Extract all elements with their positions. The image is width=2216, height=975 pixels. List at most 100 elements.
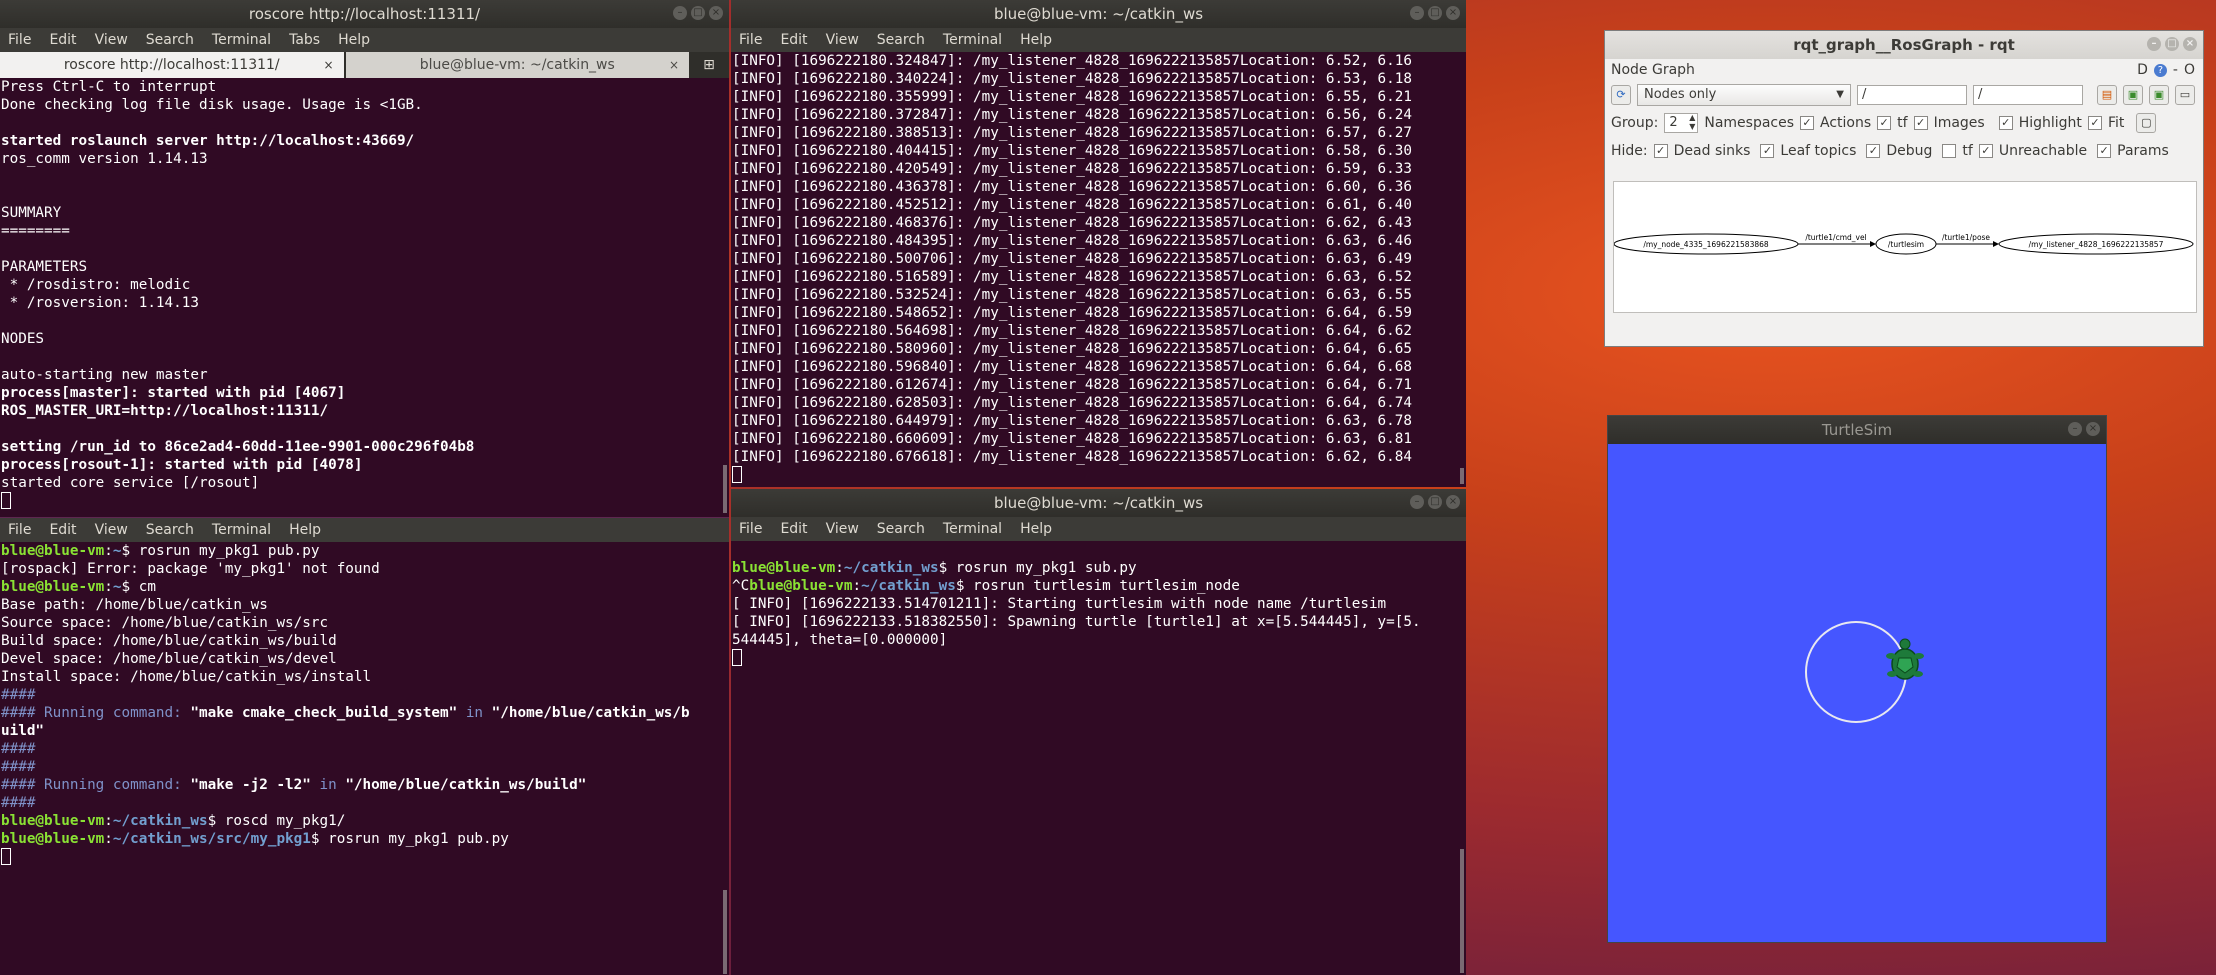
menu-search[interactable]: Search xyxy=(146,32,194,48)
group-row: Group: 2 ▲ ▼ Namespaces ✓ Actions ✓ tf ✓ Ima… xyxy=(1605,109,2203,137)
menu-search[interactable]: Search xyxy=(877,521,925,537)
menu-file[interactable]: File xyxy=(8,522,31,538)
panel-dock-button[interactable]: D xyxy=(2137,62,2148,78)
close-icon[interactable]: × xyxy=(709,6,723,20)
menu-help[interactable]: Help xyxy=(338,32,370,48)
hide-tf-checkbox[interactable] xyxy=(1942,144,1957,158)
menu-terminal[interactable]: Terminal xyxy=(943,521,1002,537)
turtlesim-terminal-window[interactable]: blue@blue-vm: ~/catkin_ws – □ × File Edi… xyxy=(731,489,1466,975)
window-title: blue@blue-vm: ~/catkin_ws xyxy=(993,494,1204,512)
menu-view[interactable]: View xyxy=(95,32,128,48)
listener-terminal-window[interactable]: blue@blue-vm: ~/catkin_ws – □ × File Edi… xyxy=(731,0,1466,487)
dead-sinks-checkbox[interactable]: ✓ xyxy=(1653,144,1668,158)
terminal-line: [INFO] [1696222180.516589]: /my_listener… xyxy=(732,269,1412,285)
minimize-icon[interactable]: – xyxy=(1410,495,1424,509)
menu-search[interactable]: Search xyxy=(146,522,194,538)
tab-catkin-ws[interactable]: blue@blue-vm: ~/catkin_ws × xyxy=(345,52,689,78)
minimize-icon[interactable]: – xyxy=(1410,6,1424,20)
menu-terminal[interactable]: Terminal xyxy=(212,32,271,48)
minimize-icon[interactable]: – xyxy=(2068,422,2082,436)
menu-help[interactable]: Help xyxy=(1020,521,1052,537)
fit-checkbox[interactable]: ✓ xyxy=(2087,116,2102,130)
debug-checkbox[interactable]: ✓ xyxy=(1866,144,1881,158)
node-filter-input[interactable]: / xyxy=(1857,85,1967,105)
help-icon[interactable]: ? xyxy=(2153,63,2167,77)
terminal-output[interactable]: blue@blue-vm:~/catkin_ws$ rosrun my_pkg1… xyxy=(731,541,1466,668)
menu-file[interactable]: File xyxy=(739,32,762,48)
window-titlebar[interactable]: blue@blue-vm: ~/catkin_ws – □ × xyxy=(731,489,1466,517)
tab-close-icon[interactable]: × xyxy=(323,58,333,72)
spin-arrows-icon[interactable]: ▲ ▼ xyxy=(1689,113,1695,131)
fit-view-icon[interactable]: ▢ xyxy=(2136,113,2157,133)
window-titlebar[interactable]: rqt_graph__RosGraph - rqt – □ × xyxy=(1605,31,2203,59)
roscore-terminal-window[interactable]: roscore http://localhost:11311/ – □ × Fi… xyxy=(0,0,729,517)
menu-edit[interactable]: Edit xyxy=(49,32,76,48)
group-spinbox[interactable]: 2 ▲ ▼ xyxy=(1664,113,1699,133)
terminal-line: [INFO] [1696222180.564698]: /my_listener… xyxy=(732,323,1412,339)
scrollbar[interactable] xyxy=(723,465,727,513)
close-icon[interactable]: × xyxy=(2183,37,2197,51)
menu-terminal[interactable]: Terminal xyxy=(212,522,271,538)
window-titlebar[interactable]: blue@blue-vm: ~/catkin_ws – □ × xyxy=(731,0,1466,28)
tab-close-icon[interactable]: × xyxy=(669,58,679,72)
save-svg-icon[interactable]: ▣ xyxy=(2149,85,2169,105)
menubar: File Edit View Search Terminal Help xyxy=(731,28,1466,52)
load-dot-icon[interactable]: ▤ xyxy=(2097,85,2117,105)
rqt-graph-window[interactable]: rqt_graph__RosGraph - rqt – □ × Node Gra… xyxy=(1604,30,2204,347)
close-icon[interactable]: × xyxy=(2086,422,2100,436)
unreachable-checkbox[interactable]: ✓ xyxy=(1978,144,1993,158)
window-titlebar[interactable]: TurtleSim – × xyxy=(1608,416,2106,444)
menu-tabs[interactable]: Tabs xyxy=(289,32,320,48)
catkin-terminal-window[interactable]: File Edit View Search Terminal Help blue… xyxy=(0,517,729,975)
topic-filter-input[interactable]: / xyxy=(1973,85,2083,105)
highlight-checkbox[interactable]: ✓ xyxy=(1998,116,2013,130)
maximize-icon[interactable]: □ xyxy=(1428,495,1442,509)
menu-edit[interactable]: Edit xyxy=(780,32,807,48)
scrollbar[interactable] xyxy=(1460,468,1464,484)
menu-edit[interactable]: Edit xyxy=(49,522,76,538)
maximize-icon[interactable]: □ xyxy=(691,6,705,20)
panel-header: Node Graph D ? - O xyxy=(1605,59,2203,81)
window-title: roscore http://localhost:11311/ xyxy=(248,5,481,23)
panel-options-icon[interactable]: O xyxy=(2184,62,2195,78)
minimize-icon[interactable]: – xyxy=(673,6,687,20)
save-image-icon[interactable]: ▭ xyxy=(2175,85,2195,105)
menu-file[interactable]: File xyxy=(8,32,31,48)
close-icon[interactable]: × xyxy=(1446,495,1460,509)
minimize-icon[interactable]: – xyxy=(2147,37,2161,51)
refresh-icon[interactable]: ⟳ xyxy=(1611,85,1631,105)
menu-file[interactable]: File xyxy=(739,521,762,537)
maximize-icon[interactable]: □ xyxy=(2165,37,2179,51)
turtlesim-window[interactable]: TurtleSim – × xyxy=(1607,415,2107,943)
scrollbar[interactable] xyxy=(723,890,727,974)
menu-terminal[interactable]: Terminal xyxy=(943,32,1002,48)
menu-help[interactable]: Help xyxy=(289,522,321,538)
terminal-line: [INFO] [1696222180.596840]: /my_listener… xyxy=(732,359,1412,375)
scrollbar[interactable] xyxy=(1460,849,1464,973)
terminal-output[interactable]: Press Ctrl-C to interrupt Done checking l… xyxy=(0,78,729,511)
menu-view[interactable]: View xyxy=(826,32,859,48)
leaf-topics-checkbox[interactable]: ✓ xyxy=(1760,144,1775,158)
menu-view[interactable]: View xyxy=(95,522,128,538)
graph-mode-select[interactable]: Nodes only ▼ xyxy=(1637,84,1851,106)
window-titlebar[interactable]: roscore http://localhost:11311/ – □ × xyxy=(0,0,729,28)
params-checkbox[interactable]: ✓ xyxy=(2097,144,2112,158)
ros-graph-canvas[interactable]: /my_node_4335_1696221583868 /turtlesim /… xyxy=(1613,181,2197,313)
menu-help[interactable]: Help xyxy=(1020,32,1052,48)
actions-checkbox[interactable]: ✓ xyxy=(1800,116,1815,130)
menu-search[interactable]: Search xyxy=(877,32,925,48)
close-icon[interactable]: × xyxy=(1446,6,1460,20)
maximize-icon[interactable]: □ xyxy=(1428,6,1442,20)
terminal-output[interactable]: [INFO] [1696222180.324847]: /my_listener… xyxy=(731,52,1466,485)
tf-checkbox[interactable]: ✓ xyxy=(1877,116,1892,130)
close-panel-icon[interactable]: - xyxy=(2173,62,2178,78)
tab-roscore[interactable]: roscore http://localhost:11311/ × xyxy=(0,52,344,78)
terminal-output[interactable]: blue@blue-vm:~$ rosrun my_pkg1 pub.py [ro… xyxy=(0,542,729,867)
images-checkbox[interactable]: ✓ xyxy=(1913,116,1928,130)
new-tab-icon[interactable]: ⊞ xyxy=(689,52,729,78)
save-dot-icon[interactable]: ▣ xyxy=(2123,85,2143,105)
menu-edit[interactable]: Edit xyxy=(780,521,807,537)
hide-row: Hide: ✓ Dead sinks ✓ Leaf topics ✓ Debug tf… xyxy=(1611,143,2169,159)
menu-view[interactable]: View xyxy=(826,521,859,537)
